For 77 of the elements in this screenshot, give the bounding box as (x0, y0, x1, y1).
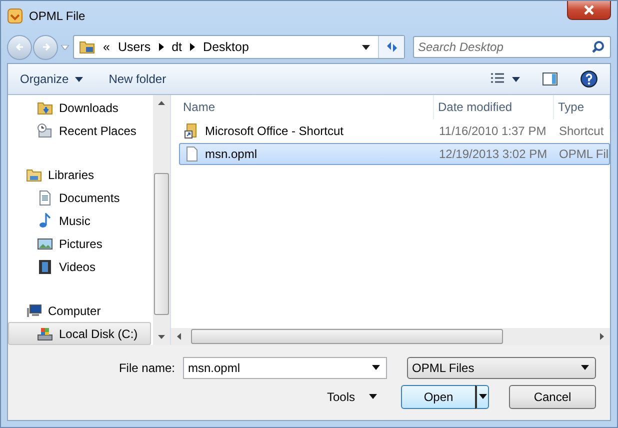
scroll-right-icon[interactable] (600, 333, 604, 340)
close-icon (584, 5, 594, 15)
overflow-chevron[interactable]: « (103, 40, 110, 54)
drive-icon (37, 326, 53, 342)
search-field[interactable]: Search Desktop (413, 36, 611, 58)
folder-icon (37, 100, 53, 116)
forward-arrow-icon (40, 42, 50, 52)
column-header[interactable]: Type (554, 95, 610, 119)
nav-item[interactable]: Computer (8, 299, 151, 322)
file-icon (184, 146, 200, 162)
file-row[interactable]: Microsoft Office - Shortcut 11/16/2010 1:37 PM Shortcut (179, 120, 610, 142)
column-header[interactable]: Name (179, 95, 434, 119)
caret-icon (74, 76, 83, 82)
caret-icon[interactable] (372, 365, 380, 370)
back-arrow-icon (14, 42, 24, 52)
scroll-thumb[interactable] (191, 329, 503, 344)
preview-pane-icon (542, 72, 558, 86)
caret-icon[interactable] (362, 44, 370, 50)
clock-icon (37, 122, 53, 138)
cancel-button[interactable]: Cancel (509, 384, 596, 408)
breadcrumb[interactable]: dt (172, 40, 182, 54)
nav-item[interactable]: Recent Places (8, 119, 151, 142)
refresh-icon (384, 40, 398, 54)
breadcrumb[interactable]: Desktop (203, 40, 249, 54)
chevron-icon[interactable] (158, 43, 164, 51)
nav-item[interactable]: Documents (8, 186, 151, 209)
open-button[interactable]: Open (401, 384, 475, 408)
open-options-button[interactable] (475, 384, 489, 408)
horizontal-scrollbar[interactable] (171, 328, 610, 345)
column-header[interactable]: Date modified (434, 95, 554, 119)
file-name: Microsoft Office - Shortcut (205, 124, 344, 138)
search-icon (591, 40, 605, 54)
new-folder-button[interactable]: New folder (104, 69, 170, 89)
nav-item[interactable]: Downloads (8, 96, 151, 119)
nav-item[interactable]: Videos (8, 255, 151, 278)
date-cell-text: 12/19/2013 3:02 PM (438, 147, 548, 161)
nav-item[interactable]: Local Disk (C:) (8, 322, 151, 345)
file-type-dropdown[interactable]: OPML Files (407, 356, 596, 378)
help-button[interactable] (578, 68, 600, 90)
file-name: msn.opml (205, 147, 258, 161)
scroll-down-icon[interactable] (158, 335, 165, 339)
help-icon (580, 70, 598, 88)
caret-icon (369, 394, 377, 399)
nav-item[interactable]: Libraries (8, 163, 151, 186)
scroll-left-icon[interactable] (177, 333, 181, 340)
breadcrumb[interactable]: Users (118, 40, 151, 54)
scroll-up-icon[interactable] (158, 101, 165, 105)
file-name-field[interactable]: msn.opml (183, 356, 387, 378)
document-icon (37, 190, 53, 206)
caret-icon (478, 394, 486, 399)
organize-button[interactable]: Organize (16, 69, 87, 89)
list-view-icon (490, 72, 506, 86)
refresh-button[interactable] (378, 36, 404, 58)
chevron-icon[interactable] (190, 43, 196, 51)
window-title: OPML File (29, 9, 86, 23)
scroll-thumb[interactable] (154, 173, 169, 315)
nav-item[interactable]: Pictures (8, 232, 151, 255)
vertical-scrollbar[interactable] (153, 95, 170, 345)
type-cell-text: Shortcut (558, 124, 605, 138)
file-name-label: File name: (118, 360, 175, 374)
address-bar[interactable]: « Users dt Desktop (73, 35, 405, 59)
type-cell-text: OPML Fil (558, 147, 609, 161)
tools-button[interactable]: Tools (320, 388, 383, 404)
folder-icon (26, 166, 42, 182)
folder-icon (79, 39, 95, 55)
caret-icon (581, 365, 589, 370)
computer-icon (26, 302, 42, 318)
picture-icon (37, 236, 53, 252)
film-icon (37, 258, 53, 274)
nav-item[interactable]: Music (8, 209, 151, 232)
caret-icon (512, 76, 520, 82)
preview-pane-button[interactable] (540, 70, 560, 88)
app-icon (7, 8, 23, 24)
date-cell-text: 11/16/2010 1:37 PM (438, 124, 548, 138)
file-row[interactable]: msn.opml 12/19/2013 3:02 PM OPML Fil (179, 143, 610, 165)
close-button[interactable] (567, 1, 611, 20)
music-note-icon (37, 212, 53, 228)
